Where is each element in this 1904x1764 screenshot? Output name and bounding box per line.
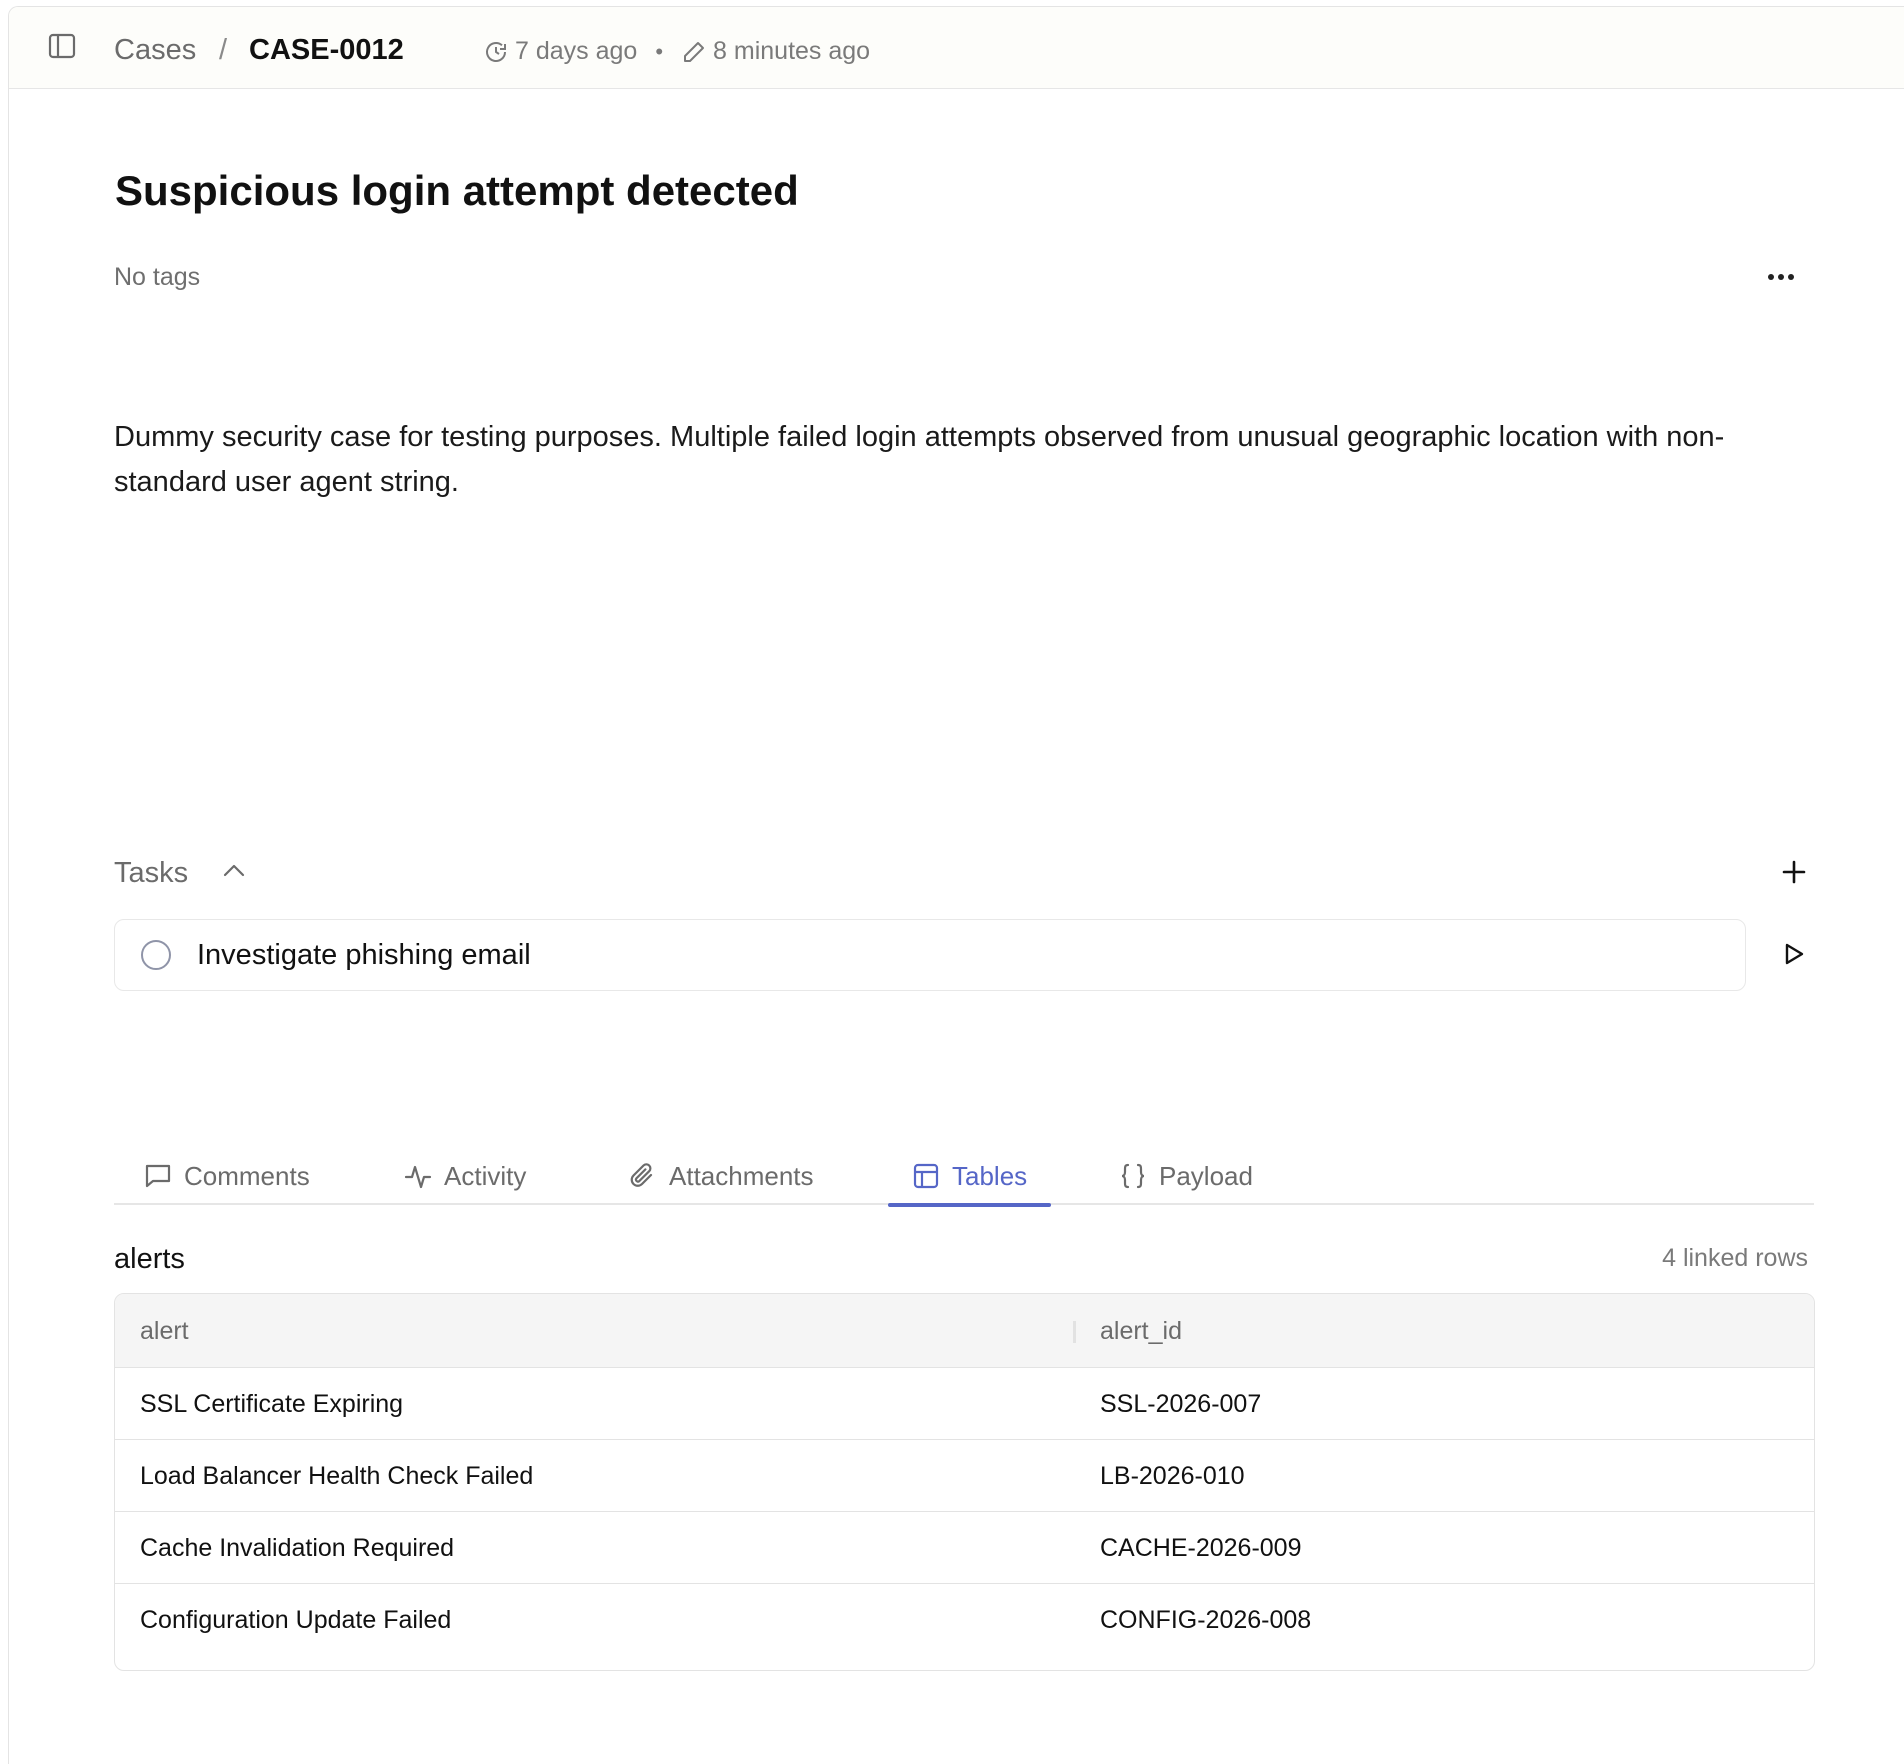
- breadcrumb-cases-link[interactable]: Cases: [114, 34, 196, 67]
- chevron-up-icon: [223, 863, 245, 882]
- table-row[interactable]: SSL Certificate Expiring SSL-2026-007: [115, 1368, 1814, 1440]
- play-icon: [1783, 942, 1805, 971]
- cell-alert: SSL Certificate Expiring: [140, 1390, 404, 1418]
- table-icon: [912, 1162, 940, 1190]
- linked-rows-table: alert alert_id SSL Certificate Expiring …: [114, 1293, 1815, 1671]
- more-options-button[interactable]: [1761, 261, 1801, 293]
- updated-time: 8 minutes ago: [713, 37, 871, 65]
- activity-icon: [404, 1162, 432, 1190]
- breadcrumb-separator: /: [219, 34, 228, 66]
- task-item[interactable]: Investigate phishing email: [114, 919, 1746, 991]
- tab-tables[interactable]: Tables: [887, 1147, 1052, 1207]
- table-name: alerts: [114, 1243, 185, 1275]
- table-row[interactable]: Configuration Update Failed CONFIG-2026-…: [115, 1584, 1814, 1656]
- column-resize-handle[interactable]: [1073, 1321, 1076, 1343]
- pencil-icon: [681, 39, 707, 65]
- task-status-circle-icon[interactable]: [141, 940, 171, 970]
- clock-history-icon: [483, 39, 509, 65]
- cell-alert: Load Balancer Health Check Failed: [140, 1462, 534, 1490]
- case-meta: 7 days ago • 8 minutes ago: [483, 37, 870, 66]
- linked-row-count: 4 linked rows: [1662, 1244, 1808, 1272]
- tab-label: Payload: [1159, 1160, 1253, 1191]
- cell-alert-id: CONFIG-2026-008: [1100, 1606, 1312, 1634]
- cell-alert-id: LB-2026-010: [1100, 1462, 1245, 1490]
- breadcrumb-current-case: CASE-0012: [249, 34, 404, 66]
- tab-bar: Comments Activity Attachments Tables Pay…: [114, 1147, 1814, 1207]
- more-horizontal-icon: [1767, 268, 1795, 286]
- table-row[interactable]: Cache Invalidation Required CACHE-2026-0…: [115, 1512, 1814, 1584]
- tab-label: Activity: [444, 1160, 527, 1191]
- braces-icon: [1119, 1162, 1147, 1190]
- created-time: 7 days ago: [515, 37, 638, 65]
- column-header-alert[interactable]: alert: [140, 1317, 189, 1346]
- meta-separator: •: [655, 38, 664, 64]
- paperclip-icon: [629, 1162, 657, 1190]
- top-bar: Cases / CASE-0012 7 days ago • 8 minutes…: [9, 7, 1904, 89]
- case-tags: No tags: [114, 263, 201, 291]
- add-task-button[interactable]: [1777, 857, 1811, 891]
- tab-label: Tables: [952, 1160, 1028, 1191]
- column-header-alert-id[interactable]: alert_id: [1100, 1317, 1182, 1346]
- table-row[interactable]: Load Balancer Health Check Failed LB-202…: [115, 1440, 1814, 1512]
- cell-alert: Cache Invalidation Required: [140, 1534, 455, 1562]
- tab-payload[interactable]: Payload: [1119, 1147, 1253, 1205]
- cell-alert-id: CACHE-2026-009: [1100, 1534, 1302, 1562]
- case-view: Cases / CASE-0012 7 days ago • 8 minutes…: [8, 6, 1904, 1764]
- tab-label: Attachments: [669, 1160, 814, 1191]
- tab-activity[interactable]: Activity: [404, 1147, 526, 1205]
- cell-alert-id: SSL-2026-007: [1100, 1390, 1262, 1418]
- sidebar-panel-icon: [48, 33, 76, 64]
- case-title[interactable]: Suspicious login attempt detected: [115, 167, 799, 215]
- plus-icon: [1782, 860, 1806, 889]
- case-description[interactable]: Dummy security case for testing purposes…: [114, 415, 1814, 505]
- tab-attachments[interactable]: Attachments: [629, 1147, 814, 1205]
- run-task-button[interactable]: [1779, 941, 1809, 971]
- sidebar-toggle-button[interactable]: [47, 33, 77, 63]
- tab-label: Comments: [184, 1160, 310, 1191]
- cell-alert: Configuration Update Failed: [140, 1606, 452, 1634]
- tasks-collapse-button[interactable]: [219, 857, 249, 887]
- task-title: Investigate phishing email: [197, 939, 531, 971]
- comment-icon: [144, 1162, 172, 1190]
- table-header: alert alert_id: [115, 1294, 1814, 1368]
- tasks-heading: Tasks: [114, 857, 189, 889]
- tab-comments[interactable]: Comments: [144, 1147, 310, 1205]
